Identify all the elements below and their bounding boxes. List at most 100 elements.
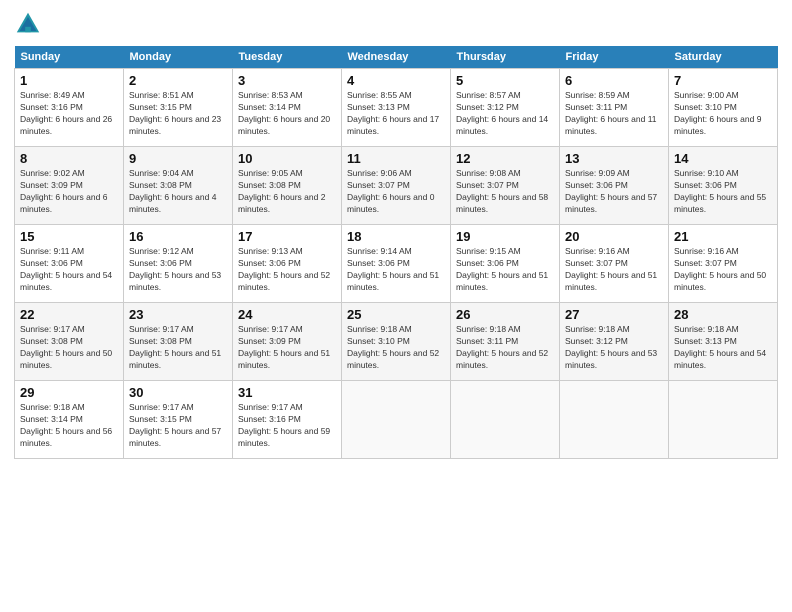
day-cell: 19 Sunrise: 9:15 AMSunset: 3:06 PMDayligh… xyxy=(451,225,560,303)
col-header-sunday: Sunday xyxy=(15,46,124,69)
day-number: 3 xyxy=(238,73,336,88)
day-cell: 5 Sunrise: 8:57 AMSunset: 3:12 PMDaylight… xyxy=(451,69,560,147)
week-row-4: 22Sunrise: 9:17 AMSunset: 3:08 PMDayligh… xyxy=(15,303,778,381)
day-number: 14 xyxy=(674,151,772,166)
day-info: Sunrise: 8:53 AMSunset: 3:14 PMDaylight:… xyxy=(238,90,336,138)
day-cell xyxy=(669,381,778,459)
day-number: 27 xyxy=(565,307,663,322)
day-number: 30 xyxy=(129,385,227,400)
day-number: 12 xyxy=(456,151,554,166)
day-info: Sunrise: 9:14 AMSunset: 3:06 PMDaylight:… xyxy=(347,246,445,294)
day-cell: 20 Sunrise: 9:16 AMSunset: 3:07 PMDayligh… xyxy=(560,225,669,303)
week-row-2: 8 Sunrise: 9:02 AMSunset: 3:09 PMDaylight… xyxy=(15,147,778,225)
day-info: Sunrise: 9:12 AMSunset: 3:06 PMDaylight:… xyxy=(129,246,227,294)
day-cell: 28 Sunrise: 9:18 AMSunset: 3:13 PMDayligh… xyxy=(669,303,778,381)
day-number: 25 xyxy=(347,307,445,322)
day-cell: 26Sunrise: 9:18 AMSunset: 3:11 PMDayligh… xyxy=(451,303,560,381)
day-cell: 4 Sunrise: 8:55 AMSunset: 3:13 PMDaylight… xyxy=(342,69,451,147)
week-row-1: 1 Sunrise: 8:49 AMSunset: 3:16 PMDaylight… xyxy=(15,69,778,147)
day-cell: 3 Sunrise: 8:53 AMSunset: 3:14 PMDaylight… xyxy=(233,69,342,147)
day-cell: 9 Sunrise: 9:04 AMSunset: 3:08 PMDaylight… xyxy=(124,147,233,225)
day-cell: 31 Sunrise: 9:17 AMSunset: 3:16 PMDayligh… xyxy=(233,381,342,459)
day-info: Sunrise: 9:16 AMSunset: 3:07 PMDaylight:… xyxy=(565,246,663,294)
day-cell: 30 Sunrise: 9:17 AMSunset: 3:15 PMDayligh… xyxy=(124,381,233,459)
day-cell: 6 Sunrise: 8:59 AMSunset: 3:11 PMDaylight… xyxy=(560,69,669,147)
day-info: Sunrise: 9:13 AMSunset: 3:06 PMDaylight:… xyxy=(238,246,336,294)
day-number: 26 xyxy=(456,307,554,322)
header-row: SundayMondayTuesdayWednesdayThursdayFrid… xyxy=(15,46,778,69)
day-info: Sunrise: 8:49 AMSunset: 3:16 PMDaylight:… xyxy=(20,90,118,138)
day-cell: 16 Sunrise: 9:12 AMSunset: 3:06 PMDayligh… xyxy=(124,225,233,303)
day-number: 6 xyxy=(565,73,663,88)
day-cell: 23Sunrise: 9:17 AMSunset: 3:08 PMDayligh… xyxy=(124,303,233,381)
day-info: Sunrise: 9:09 AMSunset: 3:06 PMDaylight:… xyxy=(565,168,663,216)
day-cell: 22Sunrise: 9:17 AMSunset: 3:08 PMDayligh… xyxy=(15,303,124,381)
day-cell: 1 Sunrise: 8:49 AMSunset: 3:16 PMDaylight… xyxy=(15,69,124,147)
week-row-3: 15 Sunrise: 9:11 AMSunset: 3:06 PMDayligh… xyxy=(15,225,778,303)
day-number: 16 xyxy=(129,229,227,244)
day-number: 5 xyxy=(456,73,554,88)
day-number: 22 xyxy=(20,307,118,322)
day-number: 4 xyxy=(347,73,445,88)
day-number: 1 xyxy=(20,73,118,88)
day-info: Sunrise: 9:18 AMSunset: 3:14 PMDaylight:… xyxy=(20,402,118,450)
day-number: 21 xyxy=(674,229,772,244)
day-info: Sunrise: 8:55 AMSunset: 3:13 PMDaylight:… xyxy=(347,90,445,138)
week-row-5: 29 Sunrise: 9:18 AMSunset: 3:14 PMDayligh… xyxy=(15,381,778,459)
day-info: Sunrise: 9:18 AMSunset: 3:10 PMDaylight:… xyxy=(347,324,445,372)
col-header-friday: Friday xyxy=(560,46,669,69)
day-info: Sunrise: 8:59 AMSunset: 3:11 PMDaylight:… xyxy=(565,90,663,138)
day-cell: 8 Sunrise: 9:02 AMSunset: 3:09 PMDaylight… xyxy=(15,147,124,225)
col-header-tuesday: Tuesday xyxy=(233,46,342,69)
day-cell: 29 Sunrise: 9:18 AMSunset: 3:14 PMDayligh… xyxy=(15,381,124,459)
day-info: Sunrise: 8:51 AMSunset: 3:15 PMDaylight:… xyxy=(129,90,227,138)
day-info: Sunrise: 9:18 AMSunset: 3:13 PMDaylight:… xyxy=(674,324,772,372)
col-header-monday: Monday xyxy=(124,46,233,69)
day-cell: 10Sunrise: 9:05 AMSunset: 3:08 PMDayligh… xyxy=(233,147,342,225)
day-info: Sunrise: 9:18 AMSunset: 3:12 PMDaylight:… xyxy=(565,324,663,372)
day-cell: 13Sunrise: 9:09 AMSunset: 3:06 PMDayligh… xyxy=(560,147,669,225)
day-number: 29 xyxy=(20,385,118,400)
day-cell: 11Sunrise: 9:06 AMSunset: 3:07 PMDayligh… xyxy=(342,147,451,225)
day-info: Sunrise: 9:11 AMSunset: 3:06 PMDaylight:… xyxy=(20,246,118,294)
day-number: 15 xyxy=(20,229,118,244)
day-number: 24 xyxy=(238,307,336,322)
day-info: Sunrise: 9:04 AMSunset: 3:08 PMDaylight:… xyxy=(129,168,227,216)
day-number: 28 xyxy=(674,307,772,322)
day-info: Sunrise: 9:02 AMSunset: 3:09 PMDaylight:… xyxy=(20,168,118,216)
logo xyxy=(14,10,46,38)
page: SundayMondayTuesdayWednesdayThursdayFrid… xyxy=(0,0,792,612)
day-cell: 12Sunrise: 9:08 AMSunset: 3:07 PMDayligh… xyxy=(451,147,560,225)
day-info: Sunrise: 9:17 AMSunset: 3:16 PMDaylight:… xyxy=(238,402,336,450)
col-header-thursday: Thursday xyxy=(451,46,560,69)
day-number: 11 xyxy=(347,151,445,166)
day-number: 20 xyxy=(565,229,663,244)
day-number: 18 xyxy=(347,229,445,244)
day-info: Sunrise: 9:16 AMSunset: 3:07 PMDaylight:… xyxy=(674,246,772,294)
day-cell: 27 Sunrise: 9:18 AMSunset: 3:12 PMDayligh… xyxy=(560,303,669,381)
day-info: Sunrise: 9:17 AMSunset: 3:15 PMDaylight:… xyxy=(129,402,227,450)
day-number: 8 xyxy=(20,151,118,166)
day-cell: 15 Sunrise: 9:11 AMSunset: 3:06 PMDayligh… xyxy=(15,225,124,303)
day-info: Sunrise: 9:10 AMSunset: 3:06 PMDaylight:… xyxy=(674,168,772,216)
col-header-wednesday: Wednesday xyxy=(342,46,451,69)
day-number: 19 xyxy=(456,229,554,244)
col-header-saturday: Saturday xyxy=(669,46,778,69)
day-number: 9 xyxy=(129,151,227,166)
day-number: 23 xyxy=(129,307,227,322)
day-info: Sunrise: 9:15 AMSunset: 3:06 PMDaylight:… xyxy=(456,246,554,294)
day-info: Sunrise: 9:00 AMSunset: 3:10 PMDaylight:… xyxy=(674,90,772,138)
day-info: Sunrise: 9:05 AMSunset: 3:08 PMDaylight:… xyxy=(238,168,336,216)
day-cell: 21 Sunrise: 9:16 AMSunset: 3:07 PMDayligh… xyxy=(669,225,778,303)
day-cell: 17Sunrise: 9:13 AMSunset: 3:06 PMDayligh… xyxy=(233,225,342,303)
day-info: Sunrise: 9:17 AMSunset: 3:09 PMDaylight:… xyxy=(238,324,336,372)
day-cell xyxy=(342,381,451,459)
day-number: 2 xyxy=(129,73,227,88)
day-info: Sunrise: 8:57 AMSunset: 3:12 PMDaylight:… xyxy=(456,90,554,138)
day-cell: 14 Sunrise: 9:10 AMSunset: 3:06 PMDayligh… xyxy=(669,147,778,225)
logo-icon xyxy=(14,10,42,38)
day-number: 31 xyxy=(238,385,336,400)
day-cell: 24 Sunrise: 9:17 AMSunset: 3:09 PMDayligh… xyxy=(233,303,342,381)
day-cell: 25 Sunrise: 9:18 AMSunset: 3:10 PMDayligh… xyxy=(342,303,451,381)
day-cell: 2 Sunrise: 8:51 AMSunset: 3:15 PMDaylight… xyxy=(124,69,233,147)
